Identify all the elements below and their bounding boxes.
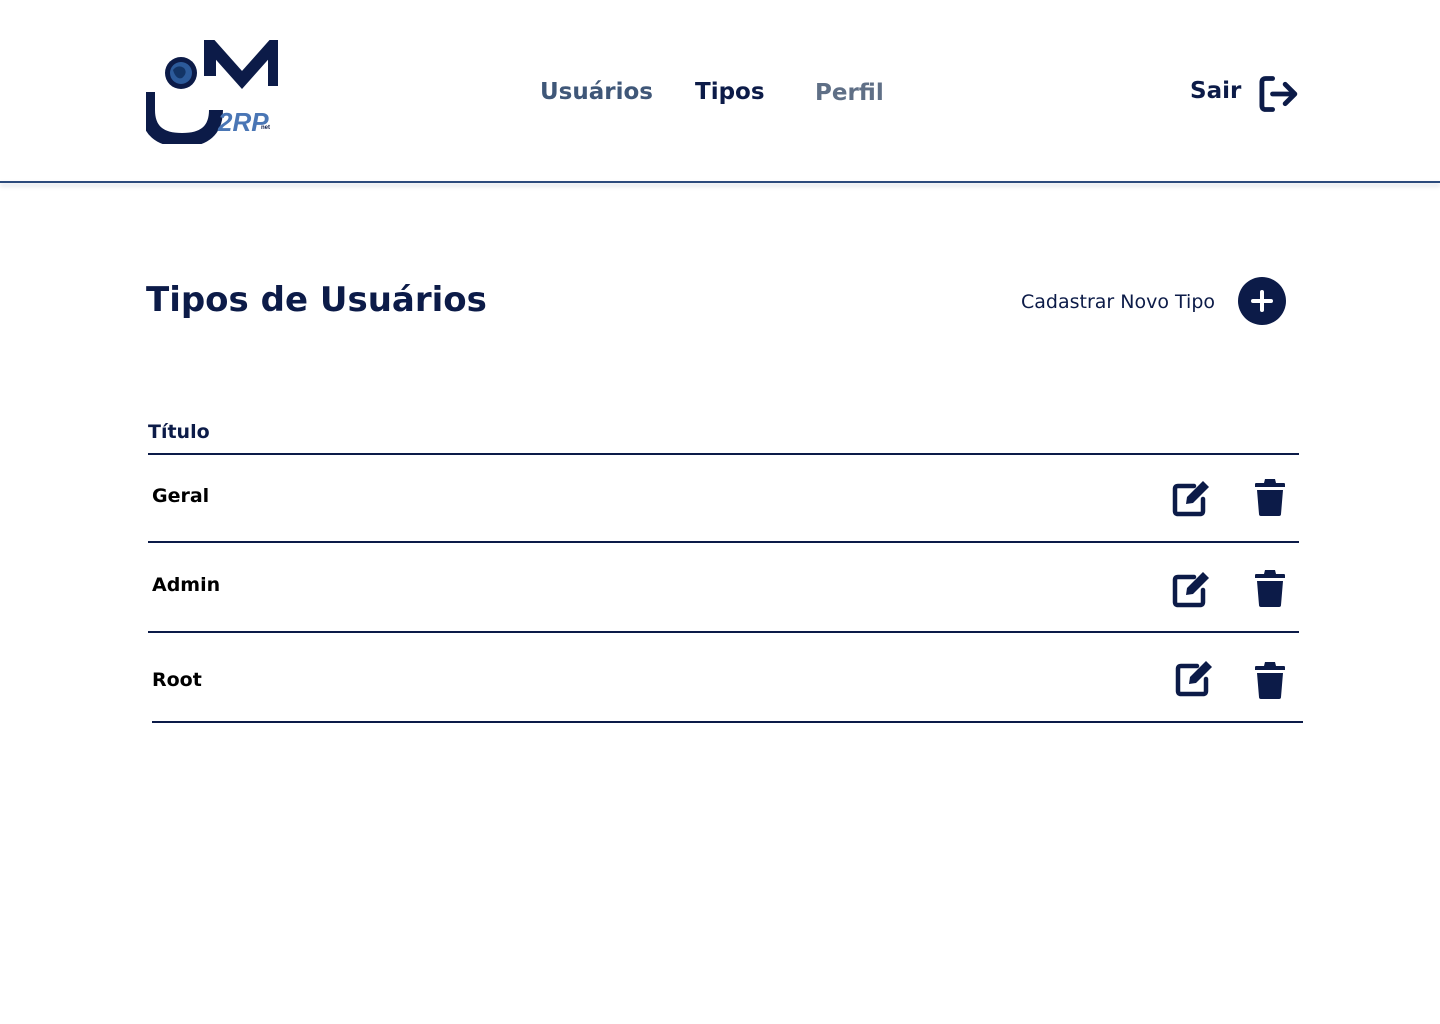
logo-subtext: net: [261, 125, 270, 131]
new-type-button[interactable]: Cadastrar Novo Tipo: [1021, 276, 1289, 326]
edit-icon[interactable]: [1172, 479, 1212, 517]
logout-icon: [1259, 76, 1298, 112]
new-type-label: Cadastrar Novo Tipo: [1021, 291, 1215, 313]
logout-label: Sair: [1190, 78, 1242, 104]
row-divider: [152, 721, 1303, 723]
logo-graphic: 2RP net: [141, 28, 280, 148]
nav-tipos[interactable]: Tipos: [695, 79, 765, 105]
row-label: Root: [152, 669, 202, 691]
logout-button[interactable]: Sair: [1190, 72, 1300, 116]
table-row: Admin: [148, 543, 1299, 631]
row-label: Admin: [152, 574, 221, 596]
trash-icon[interactable]: [1254, 477, 1286, 517]
header-divider: [0, 181, 1440, 183]
nav-perfil[interactable]: Perfil: [815, 80, 884, 106]
nav-usuarios[interactable]: Usuários: [540, 79, 653, 105]
table-row: Root: [148, 633, 1299, 721]
plus-icon: [1238, 277, 1286, 325]
row-label: Geral: [152, 485, 210, 507]
column-header-titulo: Título: [148, 421, 210, 443]
edit-icon[interactable]: [1175, 659, 1215, 697]
logo[interactable]: 2RP net: [141, 28, 280, 148]
table-row: Geral: [148, 455, 1299, 543]
logo-text: 2RP: [217, 107, 269, 137]
trash-icon[interactable]: [1254, 568, 1286, 608]
header: 2RP net Usuários Tipos Perfil Sair: [0, 0, 1440, 186]
edit-icon[interactable]: [1172, 570, 1212, 608]
page-title: Tipos de Usuários: [146, 280, 487, 320]
trash-icon[interactable]: [1254, 660, 1286, 700]
